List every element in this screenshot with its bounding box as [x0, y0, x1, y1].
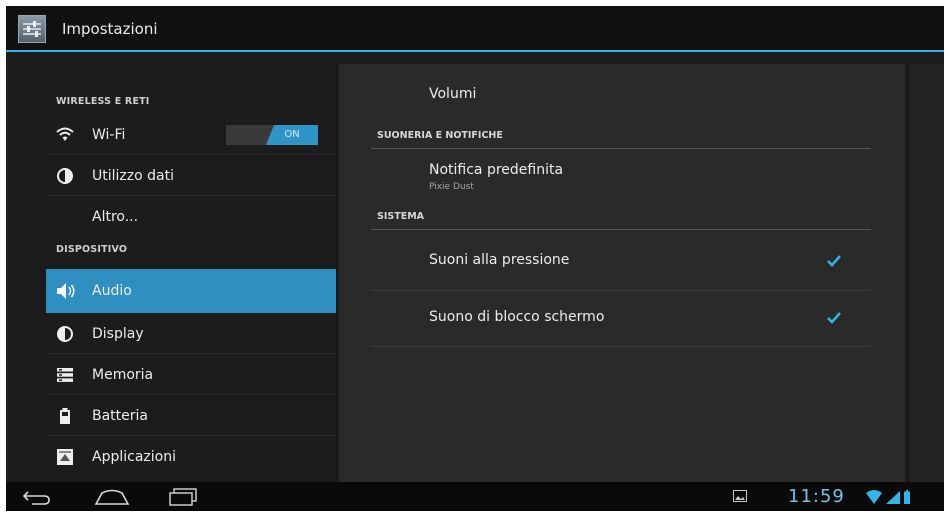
- row-divider: [371, 290, 871, 291]
- sidebar-item-label: Memoria: [92, 367, 154, 383]
- system-navigation-bar: 11:59: [6, 482, 944, 511]
- wifi-signal-icon: [866, 490, 882, 504]
- apps-icon: [56, 448, 74, 466]
- data-usage-icon: [56, 167, 74, 185]
- cellular-signal-icon: [886, 491, 900, 504]
- touch-sounds-checkbox[interactable]: [827, 253, 841, 267]
- section-header-system: SISTEMA: [377, 211, 424, 222]
- tablet-screen: Impostazioni WIRELESS E RETI Wi-Fi ON Ut…: [6, 6, 944, 511]
- sidebar-item-label: Altro...: [92, 209, 139, 225]
- screen-lock-sound-checkbox[interactable]: [827, 310, 841, 324]
- wifi-toggle-label: ON: [284, 129, 300, 140]
- row-divider: [371, 346, 871, 347]
- wifi-toggle[interactable]: ON: [226, 125, 318, 145]
- screen-lock-sound-label[interactable]: Suono di blocco schermo: [429, 309, 604, 325]
- section-header-wireless: WIRELESS E RETI: [56, 96, 150, 107]
- storage-icon: [56, 366, 74, 384]
- home-icon[interactable]: [94, 487, 130, 511]
- section-header-ringtone: SUONERIA E NOTIFICHE: [377, 130, 503, 141]
- section-header-device: DISPOSITIVO: [56, 244, 128, 255]
- sidebar-item-storage[interactable]: Memoria: [46, 354, 336, 395]
- default-notification-value: Pixie Dust: [429, 182, 474, 192]
- recent-apps-icon[interactable]: [168, 487, 202, 511]
- sidebar-item-label: Wi-Fi: [92, 127, 126, 143]
- section-divider: [371, 229, 871, 230]
- default-notification-title[interactable]: Notifica predefinita: [429, 162, 563, 178]
- battery-icon: [56, 407, 74, 425]
- audio-detail-panel: Volumi SUONERIA E NOTIFICHE Notifica pre…: [339, 64, 905, 482]
- sidebar-item-audio[interactable]: Audio: [46, 269, 336, 313]
- volumi-item[interactable]: Volumi: [429, 86, 476, 102]
- speaker-icon: [56, 282, 75, 300]
- display-brightness-icon: [56, 325, 74, 343]
- sidebar-item-label: Display: [92, 326, 144, 342]
- sidebar-item-battery[interactable]: Batteria: [46, 395, 336, 436]
- app-title: Impostazioni: [62, 20, 158, 38]
- status-icons[interactable]: [864, 488, 944, 510]
- settings-content: WIRELESS E RETI Wi-Fi ON Utilizzo dati A…: [6, 52, 944, 482]
- sidebar-item-apps[interactable]: Applicazioni: [46, 436, 336, 477]
- clock[interactable]: 11:59: [788, 486, 845, 507]
- sidebar-item-label: Applicazioni: [92, 449, 176, 465]
- screenshot-notification-icon[interactable]: [733, 490, 747, 502]
- touch-sounds-label[interactable]: Suoni alla pressione: [429, 252, 569, 268]
- back-icon[interactable]: [22, 487, 52, 511]
- sidebar-item-label: Audio: [92, 283, 132, 299]
- sidebar-item-altro[interactable]: Altro...: [46, 196, 336, 237]
- sidebar-item-display[interactable]: Display: [46, 313, 336, 354]
- settings-sliders-icon[interactable]: [18, 15, 46, 43]
- sidebar-item-data-usage[interactable]: Utilizzo dati: [46, 155, 336, 196]
- sidebar-item-label: Utilizzo dati: [92, 168, 174, 184]
- section-divider: [371, 148, 871, 149]
- settings-sidebar: WIRELESS E RETI Wi-Fi ON Utilizzo dati A…: [46, 52, 336, 482]
- sidebar-item-label: Batteria: [92, 408, 148, 424]
- wifi-icon: [56, 126, 74, 144]
- action-bar: Impostazioni: [6, 6, 944, 52]
- right-edge-strip: [910, 64, 944, 482]
- sidebar-item-wifi[interactable]: Wi-Fi ON: [46, 114, 336, 155]
- battery-status-icon: [904, 490, 910, 504]
